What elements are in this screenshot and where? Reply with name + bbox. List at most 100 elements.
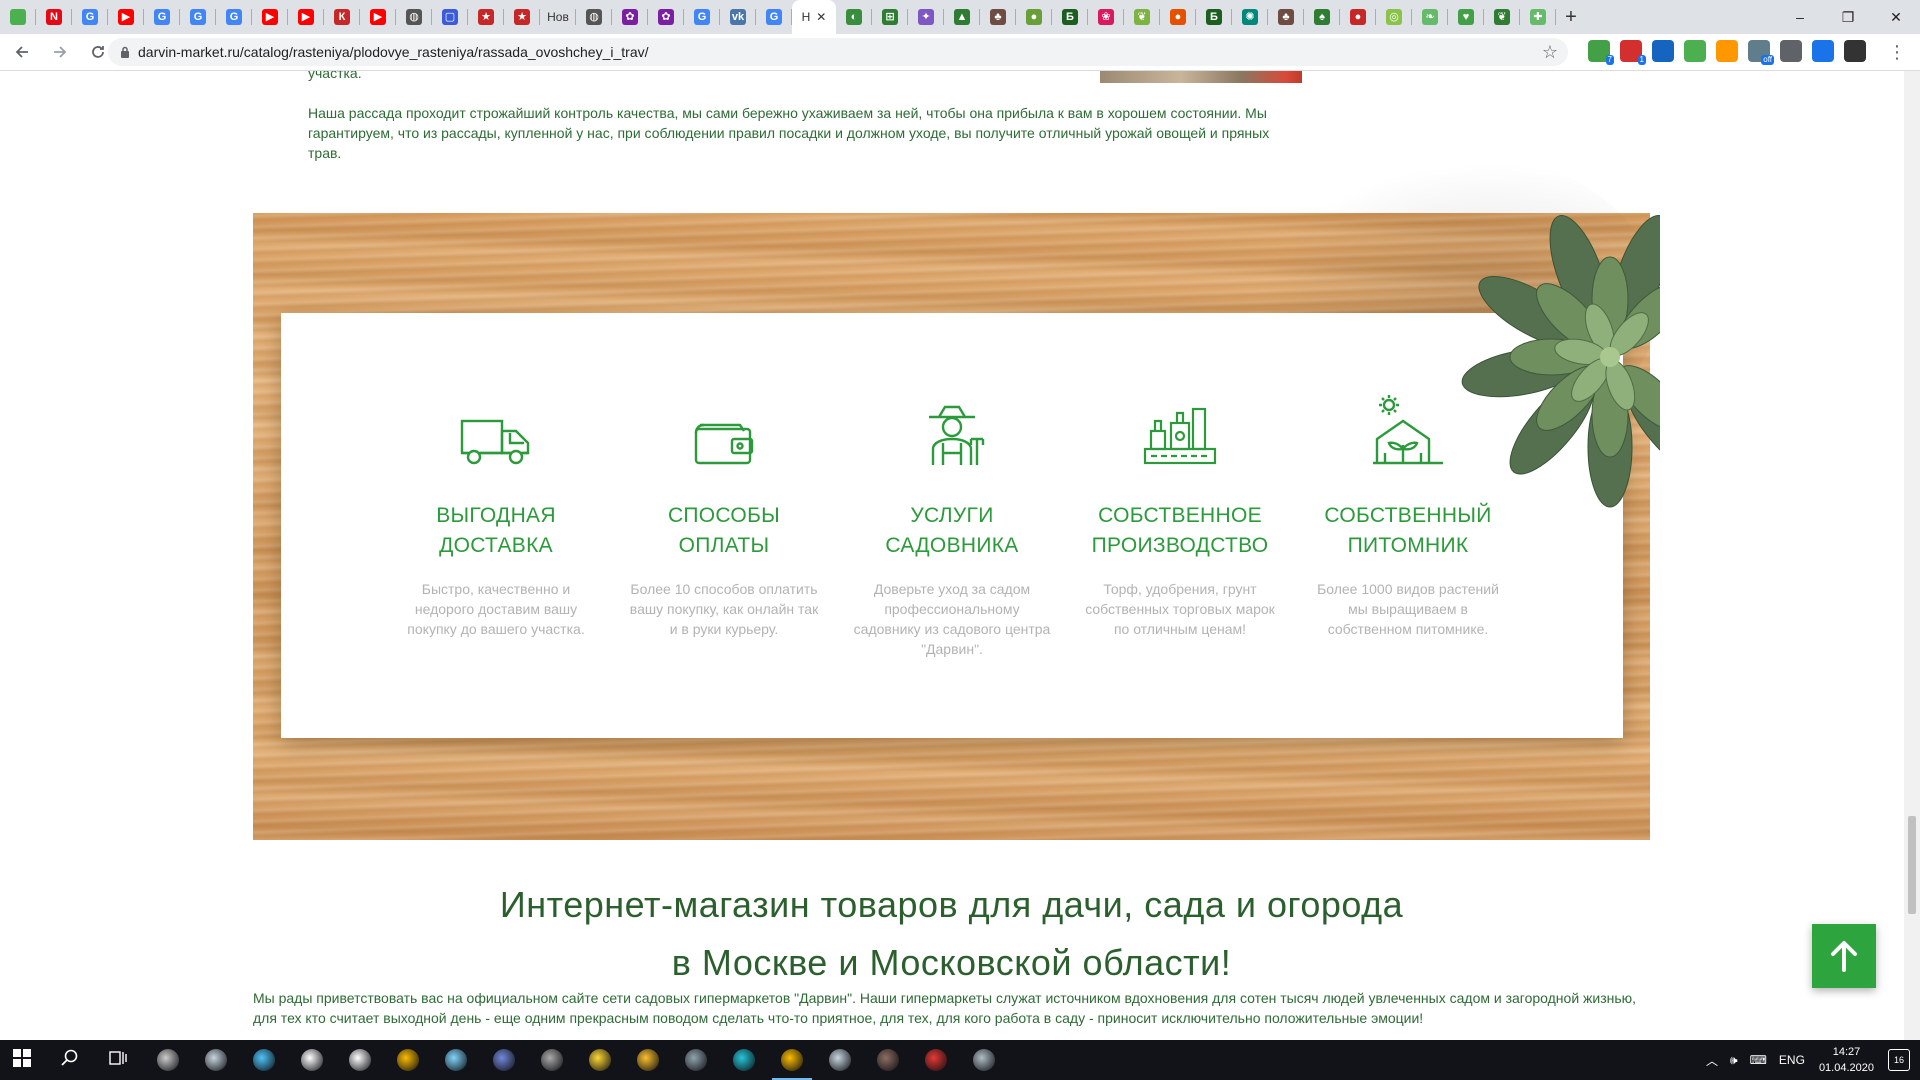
taskbar-item-5[interactable]: [240, 1040, 288, 1080]
tab-6[interactable]: G: [216, 0, 252, 34]
tab-16[interactable]: ◍: [576, 0, 612, 34]
fox-icon[interactable]: [1716, 40, 1738, 62]
tab-after-3[interactable]: ▲: [944, 0, 980, 34]
tab-18[interactable]: ✿: [648, 0, 684, 34]
clock[interactable]: 14:27 01.04.2020: [1819, 1044, 1874, 1076]
tab-after-4[interactable]: ♣: [980, 0, 1016, 34]
bookmark-star-icon[interactable]: ☆: [1542, 42, 1558, 63]
tab-10[interactable]: ▶: [360, 0, 396, 34]
feature-item[interactable]: УСЛУГИ САДОВНИКА Доверьте уход за садом п…: [852, 391, 1052, 659]
tab-after-10[interactable]: Б: [1196, 0, 1232, 34]
feature-title[interactable]: ВЫГОДНАЯ ДОСТАВКА: [396, 501, 596, 561]
keyboard-icon[interactable]: ⌨: [1750, 1053, 1767, 1067]
vpn-icon[interactable]: off: [1748, 40, 1774, 65]
taskbar-item-16[interactable]: [768, 1040, 816, 1080]
tab-after-0[interactable]: ◐: [836, 0, 872, 34]
taskbar-item-11[interactable]: [528, 1040, 576, 1080]
taskbar-item-12[interactable]: [576, 1040, 624, 1080]
translate-icon[interactable]: [1812, 40, 1834, 62]
ed-icon[interactable]: [1684, 40, 1706, 62]
adblock-icon[interactable]: 1: [1620, 40, 1646, 65]
tab-2[interactable]: G: [72, 0, 108, 34]
download-icon[interactable]: [1780, 40, 1802, 62]
taskbar-item-2[interactable]: [96, 1040, 144, 1080]
tab-15[interactable]: Нов: [540, 0, 576, 34]
tab-20[interactable]: vk: [720, 0, 756, 34]
feature-title[interactable]: СОБСТВЕННОЕ ПРОИЗВОДСТВО: [1080, 501, 1280, 561]
tab-after-11[interactable]: ✺: [1232, 0, 1268, 34]
forward-button[interactable]: [44, 36, 76, 68]
taskbar-item-20[interactable]: [960, 1040, 1008, 1080]
tab-5[interactable]: G: [180, 0, 216, 34]
page-scrollbar[interactable]: [1904, 71, 1920, 1040]
tab-after-19[interactable]: ✚: [1520, 0, 1556, 34]
tab-after-13[interactable]: ♠: [1304, 0, 1340, 34]
taskbar-item-14[interactable]: [672, 1040, 720, 1080]
browser-menu-icon[interactable]: ⋮: [1888, 42, 1906, 63]
taskbar-item-19[interactable]: [912, 1040, 960, 1080]
feature-item[interactable]: СПОСОБЫ ОПЛАТЫ Более 10 способов оплатить…: [624, 391, 824, 639]
tab-after-8[interactable]: ❦: [1124, 0, 1160, 34]
tab-0[interactable]: [0, 0, 36, 34]
taskbar-item-9[interactable]: [432, 1040, 480, 1080]
minimize-button[interactable]: –: [1776, 0, 1824, 34]
url-text[interactable]: darvin-market.ru/catalog/rasteniya/plodo…: [138, 44, 649, 60]
address-bar[interactable]: darvin-market.ru/catalog/rasteniya/plodo…: [108, 38, 1568, 66]
tab-3[interactable]: ▶: [108, 0, 144, 34]
tab-7[interactable]: ▶: [252, 0, 288, 34]
tab-active[interactable]: Н ✕: [792, 0, 836, 34]
tab-19[interactable]: G: [684, 0, 720, 34]
close-tab-icon[interactable]: ✕: [816, 10, 826, 24]
tab-after-6[interactable]: Б: [1052, 0, 1088, 34]
speaker-icon[interactable]: 🕪: [1730, 1053, 1738, 1068]
tab-21[interactable]: G: [756, 0, 792, 34]
lock-icon[interactable]: [120, 46, 130, 58]
tab-after-9[interactable]: ●: [1160, 0, 1196, 34]
tab-17[interactable]: ✿: [612, 0, 648, 34]
shield-icon[interactable]: [1652, 40, 1674, 62]
taskbar-item-1[interactable]: [48, 1040, 96, 1080]
feature-item[interactable]: СОБСТВЕННОЕ ПРОИЗВОДСТВО Торф, удобрения,…: [1080, 391, 1280, 639]
taskbar-item-3[interactable]: [144, 1040, 192, 1080]
tab-9[interactable]: К: [324, 0, 360, 34]
taskbar-item-8[interactable]: [384, 1040, 432, 1080]
tab-11[interactable]: ◍: [396, 0, 432, 34]
tab-4[interactable]: G: [144, 0, 180, 34]
avatar-icon[interactable]: [1844, 40, 1866, 62]
tab-8[interactable]: ▶: [288, 0, 324, 34]
tab-after-18[interactable]: ❦: [1484, 0, 1520, 34]
puzzle-icon[interactable]: 7: [1588, 40, 1614, 65]
tab-after-14[interactable]: ●: [1340, 0, 1376, 34]
taskbar-item-7[interactable]: [336, 1040, 384, 1080]
taskbar-item-13[interactable]: [624, 1040, 672, 1080]
tab-12[interactable]: ▢: [432, 0, 468, 34]
taskbar-item-0[interactable]: [0, 1040, 48, 1080]
tab-after-5[interactable]: ●: [1016, 0, 1052, 34]
taskbar-item-15[interactable]: [720, 1040, 768, 1080]
taskbar-item-18[interactable]: [864, 1040, 912, 1080]
taskbar-item-17[interactable]: [816, 1040, 864, 1080]
chevron-up-icon[interactable]: ︿: [1706, 1052, 1718, 1069]
close-window-button[interactable]: ✕: [1872, 0, 1920, 34]
new-tab-button[interactable]: +: [1556, 0, 1586, 34]
tab-after-2[interactable]: ✦: [908, 0, 944, 34]
taskbar-item-4[interactable]: [192, 1040, 240, 1080]
tab-after-12[interactable]: ♣: [1268, 0, 1304, 34]
tab-after-7[interactable]: ❀: [1088, 0, 1124, 34]
tab-after-15[interactable]: ◎: [1376, 0, 1412, 34]
language-indicator[interactable]: ENG: [1779, 1053, 1805, 1067]
feature-item[interactable]: ВЫГОДНАЯ ДОСТАВКА Быстро, качественно и н…: [396, 391, 596, 639]
taskbar-item-6[interactable]: [288, 1040, 336, 1080]
tab-1[interactable]: N: [36, 0, 72, 34]
scroll-to-top-button[interactable]: [1812, 924, 1876, 988]
tab-13[interactable]: ★: [468, 0, 504, 34]
tab-after-17[interactable]: ♥: [1448, 0, 1484, 34]
maximize-button[interactable]: ❐: [1824, 0, 1872, 34]
notifications-icon[interactable]: 16: [1888, 1049, 1910, 1071]
back-button[interactable]: [6, 36, 38, 68]
feature-title[interactable]: СПОСОБЫ ОПЛАТЫ: [624, 501, 824, 561]
taskbar-item-10[interactable]: [480, 1040, 528, 1080]
tab-after-1[interactable]: ⊞: [872, 0, 908, 34]
scrollbar-thumb[interactable]: [1908, 816, 1916, 914]
tab-after-16[interactable]: ❧: [1412, 0, 1448, 34]
